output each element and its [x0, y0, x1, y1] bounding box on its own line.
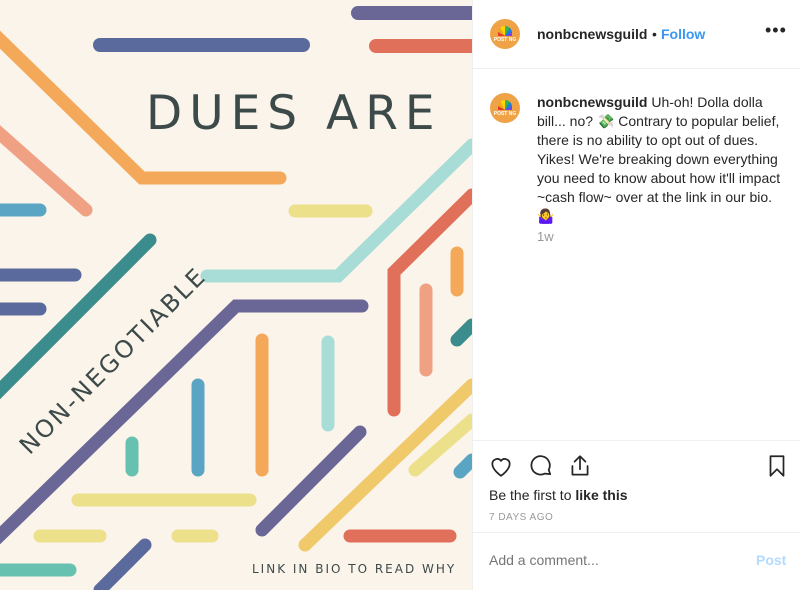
nbc-peacock-logo-icon	[498, 26, 512, 36]
avatar-text: POST NG	[493, 111, 517, 117]
share-icon[interactable]	[567, 453, 593, 479]
post-image[interactable]: DUES ARE NON-NEGOTIABLE LINK IN BIO TO R…	[0, 0, 472, 590]
avatar-text: POST NG	[493, 37, 517, 43]
follow-button[interactable]: Follow	[661, 26, 705, 42]
art-line-teal-right	[450, 318, 472, 347]
header-username[interactable]: nonbcnewsguild	[537, 26, 647, 42]
likes-text: Be the first to like this	[489, 487, 628, 503]
art-line-salmon	[0, 125, 93, 217]
art-line-blue-right	[453, 453, 472, 479]
divider	[473, 440, 800, 441]
caption-avatar[interactable]: POST NG	[490, 93, 520, 123]
post-side-panel: POST NG nonbcnewsguild • Follow ••• POST…	[472, 0, 800, 590]
more-horizontal-icon[interactable]: •••	[765, 20, 787, 41]
divider	[473, 532, 800, 533]
post-comment-button[interactable]: Post	[756, 552, 786, 568]
money-emoji: 💸	[596, 113, 615, 129]
art-title: DUES ARE	[146, 86, 442, 141]
bookmark-icon[interactable]	[764, 453, 790, 479]
post-timestamp[interactable]: 7 DAYS AGO	[489, 512, 553, 523]
like-this-link[interactable]: like this	[575, 487, 627, 503]
post-header: POST NG nonbcnewsguild • Follow •••	[473, 0, 800, 69]
caption-username[interactable]: nonbcnewsguild	[537, 94, 647, 110]
heart-icon[interactable]	[488, 453, 514, 479]
nbc-peacock-logo-icon	[498, 100, 512, 110]
caption: nonbcnewsguild Uh-oh! Dolla dolla bill..…	[537, 93, 783, 226]
comment-icon[interactable]	[528, 453, 554, 479]
shrug-emoji: 🤷‍♀️	[537, 208, 555, 224]
art-line-teal	[0, 233, 157, 400]
art-line-navy-bottom	[93, 538, 152, 590]
art-footer: LINK IN BIO TO READ WHY	[252, 562, 457, 576]
caption-time[interactable]: 1w	[537, 229, 554, 244]
instagram-post-view: DUES ARE NON-NEGOTIABLE LINK IN BIO TO R…	[0, 0, 800, 590]
avatar[interactable]: POST NG	[490, 19, 520, 49]
header-separator: •	[652, 26, 657, 42]
likes-prefix: Be the first to	[489, 487, 576, 503]
comment-input[interactable]	[489, 552, 729, 568]
art-line-red-right	[387, 188, 472, 417]
